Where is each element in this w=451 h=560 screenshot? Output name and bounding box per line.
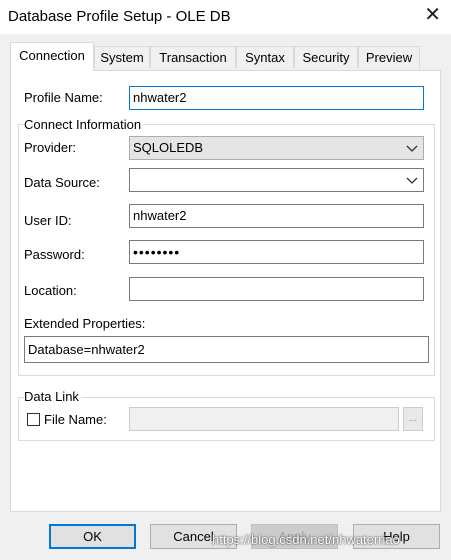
chevron-down-icon [406, 177, 418, 184]
window-title: Database Profile Setup - OLE DB [8, 8, 231, 25]
location-input[interactable] [129, 277, 424, 301]
data-link-label: Data Link [24, 389, 81, 404]
ok-button[interactable]: OK [49, 524, 136, 549]
provider-value: SQLOLEDB [133, 140, 204, 155]
extended-properties-input[interactable]: Database=nhwater2 [24, 336, 429, 363]
tab-connection[interactable]: Connection [10, 42, 94, 71]
file-name-input [129, 407, 399, 431]
profile-name-input[interactable]: nhwater2 [129, 86, 424, 110]
file-name-label: File Name: [44, 412, 107, 427]
title-bar: Database Profile Setup - OLE DB ✕ [0, 0, 451, 34]
user-id-input[interactable]: nhwater2 [129, 204, 424, 228]
extended-properties-label: Extended Properties: [24, 316, 146, 331]
password-label: Password: [24, 247, 85, 262]
location-label: Location: [24, 283, 77, 298]
tab-transaction[interactable]: Transaction [150, 46, 236, 68]
tab-syntax[interactable]: Syntax [236, 46, 294, 68]
profile-name-value: nhwater2 [133, 90, 187, 105]
password-input[interactable]: •••••••• [129, 240, 424, 264]
tab-system[interactable]: System [94, 46, 150, 68]
provider-select[interactable]: SQLOLEDB [129, 136, 424, 160]
password-value: •••••••• [133, 244, 181, 260]
watermark: https://blog.csdn.net/nhwaterriao [212, 532, 400, 547]
connect-information-label: Connect Information [24, 117, 144, 132]
tab-preview[interactable]: Preview [358, 46, 420, 68]
data-source-select[interactable] [129, 168, 424, 192]
chevron-down-icon [406, 145, 418, 152]
provider-label: Provider: [24, 140, 77, 155]
tab-security[interactable]: Security [294, 46, 358, 68]
browse-button: ... [403, 407, 423, 431]
file-name-checkbox[interactable] [27, 413, 40, 426]
extended-properties-value: Database=nhwater2 [28, 342, 145, 357]
user-id-value: nhwater2 [133, 208, 187, 223]
user-id-label: User ID: [24, 213, 72, 228]
profile-name-label: Profile Name: [24, 90, 103, 105]
data-source-label: Data Source: [24, 175, 100, 190]
close-icon[interactable]: ✕ [424, 5, 441, 25]
